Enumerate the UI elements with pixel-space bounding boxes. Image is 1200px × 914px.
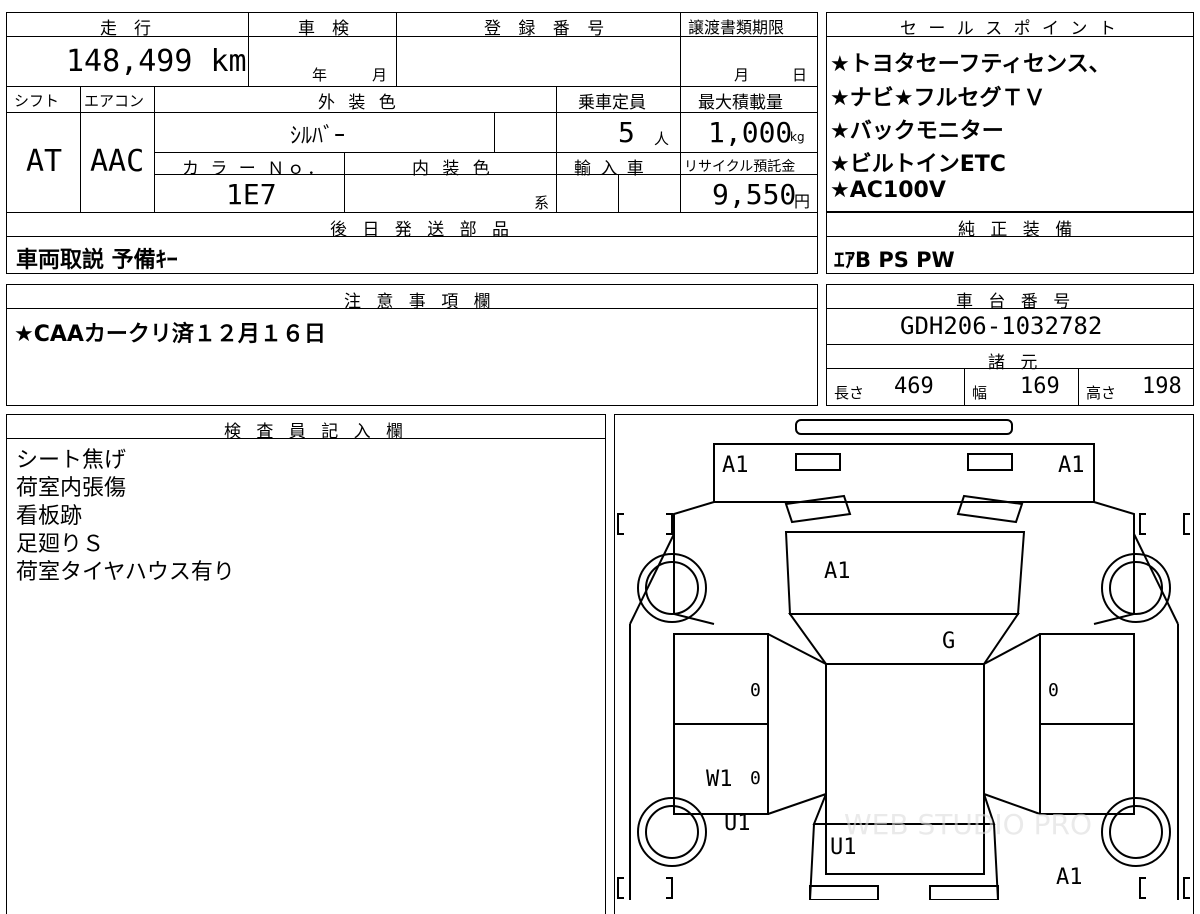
- sales-point-item: ★バックモニター: [830, 119, 1004, 144]
- color-no-label: カ ラ ー Ｎｏ．: [182, 159, 328, 179]
- recycle-label: リサイクル預託金: [684, 159, 796, 175]
- sales-points-label: セ ー ル ス ポ イ ン ト: [900, 19, 1119, 39]
- exterior-color-value: ｼﾙﾊﾞｰ: [290, 124, 346, 149]
- diagram-mark-left-front-door: 0: [750, 680, 761, 701]
- spec-height-value: 198: [1142, 374, 1182, 399]
- mileage-value: 148,499 km: [66, 44, 247, 79]
- max-load-unit: kg: [790, 130, 805, 144]
- aircon-label: エアコン: [84, 92, 145, 110]
- interior-color-label: 内 装 色: [412, 159, 494, 179]
- diagram-mark-left-rear-u: U1: [724, 811, 751, 836]
- inspection-label: 車 検: [298, 19, 349, 39]
- spec-length-label: 長さ: [834, 384, 865, 402]
- diagram-mark-right-front-door: 0: [1048, 680, 1059, 701]
- inspection-month-unit: 月: [372, 66, 388, 84]
- sales-point-item: ★ビルトインETC: [830, 152, 1006, 177]
- spec-length-value: 469: [894, 374, 934, 399]
- max-load-label: 最大積載量: [698, 93, 783, 113]
- diagram-watermark: WEB STUDIO PRO: [844, 808, 1092, 841]
- sales-point-item: ★ナビ★フルセグＴＶ: [830, 86, 1046, 111]
- spec-width-value: 169: [1020, 374, 1060, 399]
- spec-width-label: 幅: [972, 384, 988, 402]
- notes-value: ★CAAカークリ済１２月１６日: [14, 322, 326, 347]
- car-diagram: A1 A1 A1 G 0 0 0 W1 U1 U1 A1 WEB STUDIO …: [617, 419, 1190, 900]
- diagram-mark-rear-right: A1: [1056, 865, 1083, 890]
- later-parts-label: 後 日 発 送 部 品: [330, 220, 515, 240]
- capacity-label: 乗車定員: [578, 93, 646, 113]
- registration-label: 登 録 番 号: [484, 19, 611, 39]
- capacity-value: 5: [618, 116, 635, 149]
- diagram-mark-front-right: A1: [1058, 453, 1085, 478]
- inspection-year-unit: 年: [312, 66, 328, 84]
- transfer-deadline-label: 譲渡書類期限: [688, 18, 785, 37]
- diagram-mark-left-rear-w: W1: [706, 767, 733, 792]
- genuine-equipment-label: 純 正 装 備: [958, 220, 1078, 240]
- transfer-month-unit: 月: [734, 66, 750, 84]
- specs-label: 諸 元: [988, 353, 1043, 373]
- recycle-fee-value: 9,550: [712, 178, 797, 211]
- sales-point-item: ★トヨタセーフティセンス、: [830, 52, 1111, 77]
- inspector-label: 検 査 員 記 入 欄: [224, 422, 409, 442]
- notes-label: 注 意 事 項 欄: [344, 292, 496, 312]
- import-label: 輸 入 車: [574, 159, 646, 179]
- diagram-mark-windshield: G: [942, 629, 955, 654]
- genuine-equipment-value: ｴｱB PS PW: [834, 248, 955, 272]
- max-load-value: 1,000: [708, 116, 793, 149]
- aircon-value: AAC: [90, 144, 145, 179]
- diagram-mark-front-left: A1: [722, 453, 749, 478]
- shift-label: シフト: [14, 92, 60, 110]
- interior-color-unit: 系: [534, 194, 550, 212]
- exterior-color-label: 外 装 色: [318, 93, 400, 113]
- diagram-mark-left-rear-door: 0: [750, 768, 761, 789]
- spec-height-label: 高さ: [1086, 384, 1117, 402]
- chassis-value: GDH206-1032782: [900, 312, 1103, 340]
- transfer-day-unit: 日: [792, 66, 808, 84]
- capacity-unit: 人: [654, 130, 670, 148]
- recycle-unit: 円: [794, 192, 811, 211]
- diagram-mark-hood: A1: [824, 559, 851, 584]
- inspector-line: 荷室タイヤハウス有り: [16, 560, 235, 585]
- chassis-label: 車 台 番 号: [956, 292, 1076, 312]
- later-parts-value: 車両取説 予備ｷｰ: [16, 248, 178, 273]
- sales-point-item: ★AC100V: [830, 178, 946, 203]
- shift-value: AT: [26, 144, 63, 179]
- color-no-value: 1E7: [226, 178, 277, 211]
- mileage-label: 走 行: [100, 19, 151, 39]
